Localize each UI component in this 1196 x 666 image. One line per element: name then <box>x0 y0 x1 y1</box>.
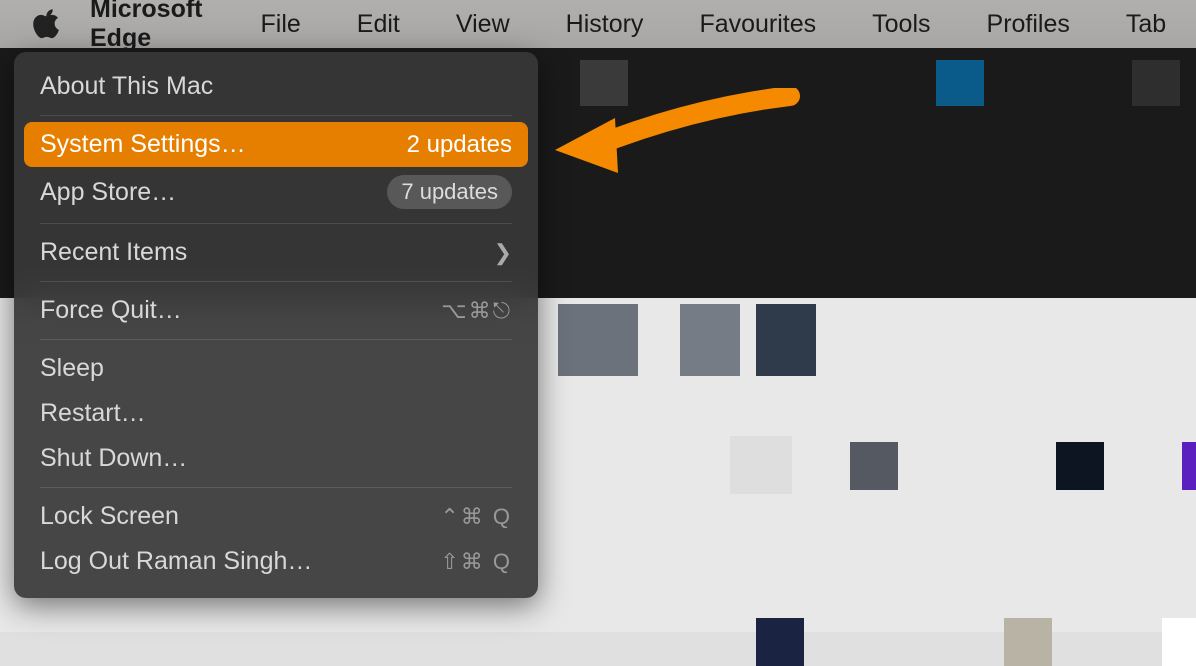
apple-menu-icon[interactable] <box>32 7 60 42</box>
menubar-favourites[interactable]: Favourites <box>671 0 844 48</box>
menu-lock-screen[interactable]: Lock Screen ⌃⌘ Q <box>24 494 528 539</box>
annotation-arrow-icon <box>540 88 800 193</box>
menu-log-out[interactable]: Log Out Raman Singh… ⇧⌘ Q <box>24 539 528 584</box>
menu-label: Force Quit… <box>40 296 441 325</box>
menubar-profiles[interactable]: Profiles <box>959 0 1098 48</box>
menubar-tools[interactable]: Tools <box>844 0 958 48</box>
menu-label: App Store… <box>40 178 387 207</box>
separator <box>40 115 512 116</box>
menubar-app-name[interactable]: Microsoft Edge <box>72 0 233 48</box>
menu-force-quit[interactable]: Force Quit… ⌥⌘⎋ <box>24 288 528 333</box>
menu-shut-down[interactable]: Shut Down… <box>24 436 528 481</box>
updates-badge: 2 updates <box>407 131 512 159</box>
menu-sleep[interactable]: Sleep <box>24 346 528 391</box>
separator <box>40 339 512 340</box>
menu-app-store[interactable]: App Store… 7 updates <box>24 167 528 217</box>
menu-label: Lock Screen <box>40 502 440 531</box>
separator <box>40 223 512 224</box>
menu-label: Sleep <box>40 354 512 383</box>
separator <box>40 487 512 488</box>
menu-system-settings[interactable]: System Settings… 2 updates <box>24 122 528 167</box>
separator <box>40 281 512 282</box>
menubar-history[interactable]: History <box>538 0 672 48</box>
apple-menu-dropdown: About This Mac System Settings… 2 update… <box>14 52 538 598</box>
menu-about-this-mac[interactable]: About This Mac <box>24 64 528 109</box>
menu-label: About This Mac <box>40 72 512 101</box>
menubar: Microsoft Edge File Edit View History Fa… <box>0 0 1196 48</box>
menu-label: Log Out Raman Singh… <box>40 547 440 576</box>
chevron-right-icon: ❯ <box>494 240 512 266</box>
keyboard-shortcut: ⌃⌘ Q <box>440 504 512 530</box>
menubar-file[interactable]: File <box>233 0 329 48</box>
menu-restart[interactable]: Restart… <box>24 391 528 436</box>
menu-recent-items[interactable]: Recent Items ❯ <box>24 230 528 275</box>
menubar-view[interactable]: View <box>428 0 538 48</box>
menu-label: Recent Items <box>40 238 494 267</box>
keyboard-shortcut: ⇧⌘ Q <box>440 549 512 575</box>
menubar-tab[interactable]: Tab <box>1098 0 1194 48</box>
menu-label: Restart… <box>40 399 512 428</box>
keyboard-shortcut: ⌥⌘⎋ <box>441 298 512 324</box>
menu-label: Shut Down… <box>40 444 512 473</box>
menu-label: System Settings… <box>40 130 407 159</box>
updates-badge: 7 updates <box>387 175 512 209</box>
menubar-edit[interactable]: Edit <box>329 0 428 48</box>
